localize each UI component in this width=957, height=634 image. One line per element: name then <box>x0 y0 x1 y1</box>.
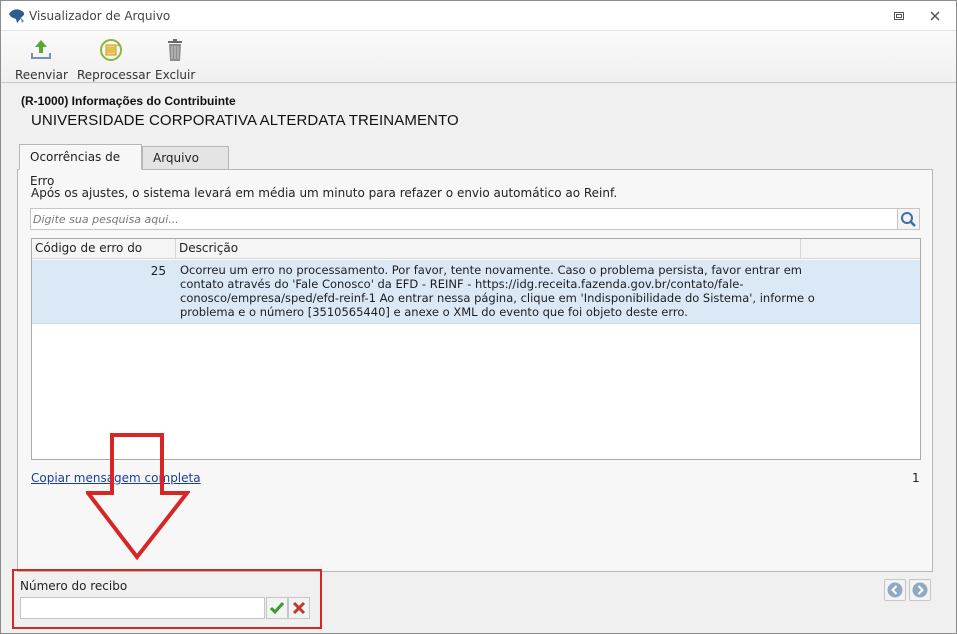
search-box <box>30 208 898 230</box>
delete-button[interactable]: Excluir <box>155 35 196 82</box>
upload-icon <box>31 40 51 59</box>
table-row[interactable]: 25 Ocorreu um erro no processamento. Por… <box>32 260 920 324</box>
search-input[interactable] <box>31 209 897 229</box>
close-icon[interactable] <box>925 7 945 25</box>
delete-label: Excluir <box>155 68 196 82</box>
info-text: Após os ajustes, o sistema levará em méd… <box>31 186 618 200</box>
column-header-code[interactable]: Código de erro do Reinf <box>32 239 176 274</box>
tab-xml-file[interactable]: Arquivo XML <box>142 146 229 187</box>
arrow-left-icon <box>887 582 903 598</box>
reprocess-button[interactable]: Reprocessar <box>77 35 151 82</box>
event-title: (R-1000) Informações do Contribuinte <box>21 94 236 108</box>
file-viewer-window: Visualizador de Arquivo Reenviar Reproce… <box>0 0 957 634</box>
record-count: 1 <box>912 471 920 485</box>
error-code-cell: 25 <box>150 264 166 278</box>
annotation-arrow-icon <box>86 433 190 561</box>
trash-icon <box>168 39 182 61</box>
tab-error-occurrences[interactable]: Ocorrências de Erro <box>19 144 142 188</box>
previous-button[interactable] <box>884 579 906 601</box>
annotation-highlight-box <box>12 569 322 629</box>
column-header-description[interactable]: Descrição <box>176 239 801 259</box>
resend-label: Reenviar <box>15 68 68 82</box>
errors-table: Código de erro do Reinf Descrição 25 Oco… <box>31 238 921 460</box>
toolbar: Reenviar Reprocessar Excluir <box>1 31 956 83</box>
search-button[interactable] <box>898 208 920 230</box>
app-logo-icon <box>9 9 25 23</box>
resend-button[interactable]: Reenviar <box>15 35 68 82</box>
next-button[interactable] <box>909 579 931 601</box>
search-icon <box>901 212 916 227</box>
reprocess-label: Reprocessar <box>77 68 151 82</box>
error-description-cell: Ocorreu um erro no processamento. Por fa… <box>180 263 815 319</box>
reprocess-icon <box>100 39 122 61</box>
table-header: Código de erro do Reinf Descrição <box>32 239 920 274</box>
window-title: Visualizador de Arquivo <box>29 9 171 23</box>
title-bar: Visualizador de Arquivo <box>1 1 956 31</box>
arrow-right-icon <box>912 582 928 598</box>
restore-icon[interactable] <box>889 7 909 25</box>
column-header-extra[interactable] <box>801 239 920 259</box>
company-name: UNIVERSIDADE CORPORATIVA ALTERDATA TREIN… <box>31 112 459 129</box>
